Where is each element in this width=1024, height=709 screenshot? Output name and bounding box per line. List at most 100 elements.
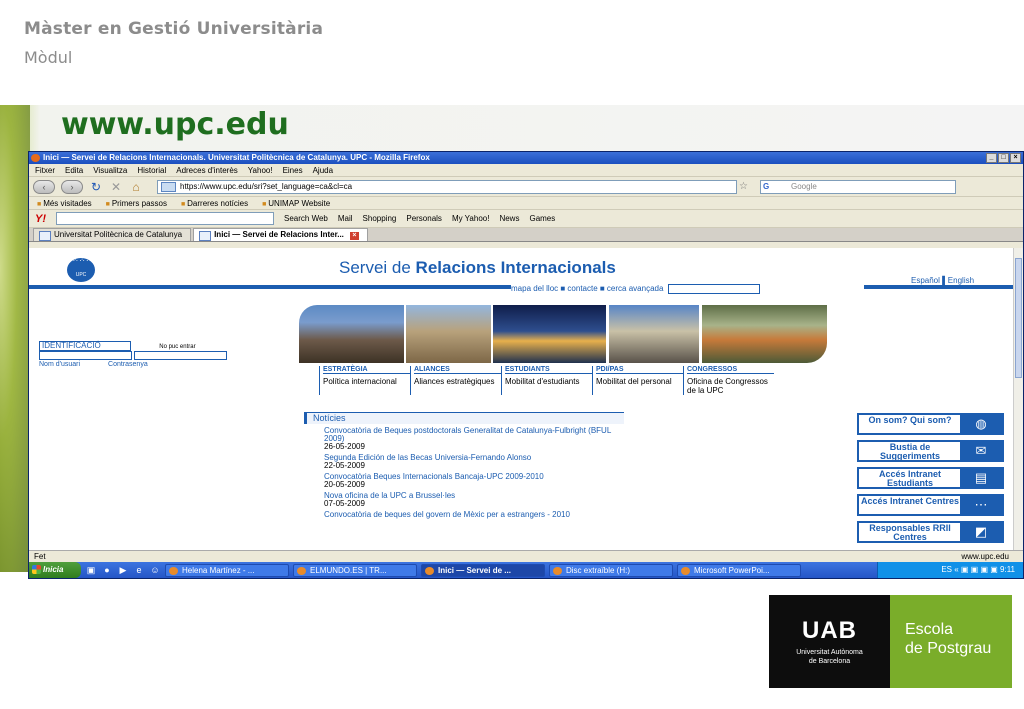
ie-icon[interactable]: e	[133, 565, 145, 575]
news-title[interactable]: Convocatòria Beques Internacionals Banca…	[324, 473, 624, 481]
window-title: Inici — Servei de Relacions Internaciona…	[43, 153, 430, 162]
yahoo-item[interactable]: Personals	[406, 214, 442, 223]
photo-sagrada-detail[interactable]	[299, 305, 404, 363]
pillar-text: Mobilitat del personal	[596, 377, 672, 386]
media-icon[interactable]: ▶	[117, 565, 129, 576]
scrollbar-thumb[interactable]	[1015, 258, 1022, 378]
pillar-congressos[interactable]: CONGRESSOS Oficina de Congressos de la U…	[683, 366, 774, 395]
tab-sri[interactable]: Inici — Servei de Relacions Inter... ×	[193, 228, 368, 241]
firefox-quicklaunch-icon[interactable]: ●	[101, 565, 113, 575]
google-icon: G	[762, 181, 770, 191]
username-field[interactable]	[39, 351, 132, 360]
photo-barcelona-coast[interactable]	[493, 305, 606, 363]
news-item[interactable]: Nova oficina de la UPC a Brussel·les 07-…	[324, 492, 624, 508]
tab-label: Universitat Politècnica de Catalunya	[54, 230, 183, 239]
back-button[interactable]: ‹	[33, 179, 55, 194]
slide: Màster en Gestió Universitària Mòdul www…	[0, 0, 1024, 709]
pillar-heading: PDI/PAS	[596, 366, 683, 374]
pillar-heading: ESTRATÈGIA	[323, 366, 410, 374]
photo-park-guell-lizard[interactable]	[702, 305, 827, 363]
language-switch[interactable]: Español ▌English	[911, 276, 974, 285]
tray-language[interactable]: ES	[941, 565, 952, 574]
search-box[interactable]: G Google	[759, 179, 956, 194]
escola-line2: de Postgrau	[905, 640, 992, 657]
password-field[interactable]	[134, 351, 227, 360]
yahoo-item[interactable]: Search Web	[284, 214, 328, 223]
messenger-icon[interactable]: ☺	[149, 565, 161, 575]
maximize-button[interactable]: □	[998, 153, 1009, 163]
desktop-icon[interactable]: ▣	[85, 565, 97, 576]
pillar-text: Aliances estratègiques	[414, 377, 495, 386]
news-title[interactable]: Convocatòria de Beques postdoctorals Gen…	[324, 427, 624, 443]
news-title[interactable]: Convocatòria de beques del govern de Mèx…	[324, 511, 624, 519]
pillar-pdi-pas[interactable]: PDI/PAS Mobilitat del personal	[592, 366, 683, 395]
tab-upc[interactable]: Universitat Politècnica de Catalunya	[33, 228, 192, 241]
yahoo-item[interactable]: Shopping	[363, 214, 397, 223]
pillars: ESTRATÈGIA Política internacional ALIANC…	[319, 366, 774, 395]
top-links-text[interactable]: mapa del lloc ■ contacte ■ cerca avançad…	[511, 284, 663, 293]
globe-icon: ◍	[960, 415, 1002, 433]
bookmark-item[interactable]: Darreres notícies	[181, 197, 248, 209]
intranet-estudiants-button[interactable]: Accés Intranet Estudiants ▤	[857, 467, 1004, 489]
close-button[interactable]: ×	[1010, 153, 1021, 163]
status-text: Fet	[34, 552, 46, 561]
menu-ajuda[interactable]: Ajuda	[313, 164, 333, 176]
news-item[interactable]: Segunda Edición de las Becas Universia-F…	[324, 454, 624, 470]
bookmark-item[interactable]: Més visitades	[37, 197, 91, 209]
yahoo-item[interactable]: News	[499, 214, 519, 223]
minimize-button[interactable]: _	[986, 153, 997, 163]
start-button[interactable]: Inicia	[29, 562, 81, 578]
address-bar[interactable]: https://www.upc.edu/sri?set_language=ca&…	[157, 179, 737, 194]
home-icon[interactable]: ⌂	[129, 180, 143, 194]
task-powerpoint[interactable]: Microsoft PowerPoi...	[677, 563, 801, 577]
bookmark-item[interactable]: Primers passos	[106, 197, 167, 209]
task-helena[interactable]: Helena Martínez - ...	[165, 563, 289, 577]
bookmark-star-icon[interactable]: ☆	[739, 181, 748, 192]
stop-icon[interactable]: ✕	[109, 180, 123, 194]
menu-yahoo[interactable]: Yahoo!	[248, 164, 273, 176]
task-disc[interactable]: Disc extraïble (H:)	[549, 563, 673, 577]
task-elmundo[interactable]: ELMUNDO.ES | TR...	[293, 563, 417, 577]
cant-enter-link[interactable]: No puc entrar	[159, 344, 195, 350]
password-label: Contrasenya	[108, 361, 148, 368]
yahoo-item[interactable]: My Yahoo!	[452, 214, 490, 223]
yahoo-logo-icon[interactable]: Y!	[35, 213, 46, 225]
news-item[interactable]: Convocatòria de Beques postdoctorals Gen…	[324, 427, 624, 451]
bookmark-item[interactable]: UNIMAP Website	[262, 197, 330, 209]
search-placeholder: Google	[790, 181, 817, 191]
site-search-input[interactable]	[667, 284, 760, 294]
news-item[interactable]: Convocatòria de beques del govern de Mèx…	[324, 511, 624, 519]
news-title[interactable]: Nova oficina de la UPC a Brussel·les	[324, 492, 624, 500]
reload-icon[interactable]: ↻	[89, 180, 103, 194]
close-tab-icon[interactable]: ×	[349, 232, 359, 240]
page-scrollbar[interactable]	[1013, 248, 1023, 550]
yahoo-item[interactable]: Mail	[338, 214, 353, 223]
photo-sagrada-towers[interactable]	[406, 305, 491, 363]
yahoo-item[interactable]: Games	[529, 214, 555, 223]
news-title[interactable]: Segunda Edición de las Becas Universia-F…	[324, 454, 624, 462]
menu-adreces[interactable]: Adreces d'interès	[176, 164, 238, 176]
menu-visualitza[interactable]: Visualitza	[93, 164, 127, 176]
menu-historial[interactable]: Historial	[137, 164, 166, 176]
news-heading: Notícies	[304, 412, 624, 424]
news-item[interactable]: Convocatòria Beques Internacionals Banca…	[324, 473, 624, 489]
yahoo-search-input[interactable]	[56, 212, 274, 225]
site-identity-icon[interactable]	[161, 181, 176, 192]
menu-edita[interactable]: Edita	[65, 164, 83, 176]
tab-label: Inici — Servei de Relacions Inter...	[214, 230, 344, 239]
pillar-aliances[interactable]: ALIANCES Aliances estratègiques	[410, 366, 501, 395]
bustia-button[interactable]: Bustia de Suggeriments ✉	[857, 440, 1004, 462]
menu-eines[interactable]: Eines	[283, 164, 303, 176]
menu-fitxer[interactable]: Fitxer	[35, 164, 55, 176]
forward-button[interactable]: ›	[61, 179, 83, 194]
on-som-button[interactable]: On som? Qui som? ◍	[857, 413, 1004, 435]
upc-logo[interactable]: UPC	[67, 250, 95, 282]
news-panel: Notícies Convocatòria de Beques postdoct…	[304, 412, 624, 519]
pillar-estrategia[interactable]: ESTRATÈGIA Política internacional	[319, 366, 410, 395]
intranet-centres-button[interactable]: Accés Intranet Centres ⋯	[857, 494, 1004, 516]
quick-link-label: Bustia de Suggeriments	[879, 442, 940, 461]
photo-pedrera[interactable]	[609, 305, 699, 363]
responsables-button[interactable]: Responsables RRII Centres ◩	[857, 521, 1004, 543]
pillar-estudiants[interactable]: ESTUDIANTS Mobilitat d'estudiants	[501, 366, 592, 395]
task-sri[interactable]: Inici — Servei de ...	[421, 563, 545, 577]
